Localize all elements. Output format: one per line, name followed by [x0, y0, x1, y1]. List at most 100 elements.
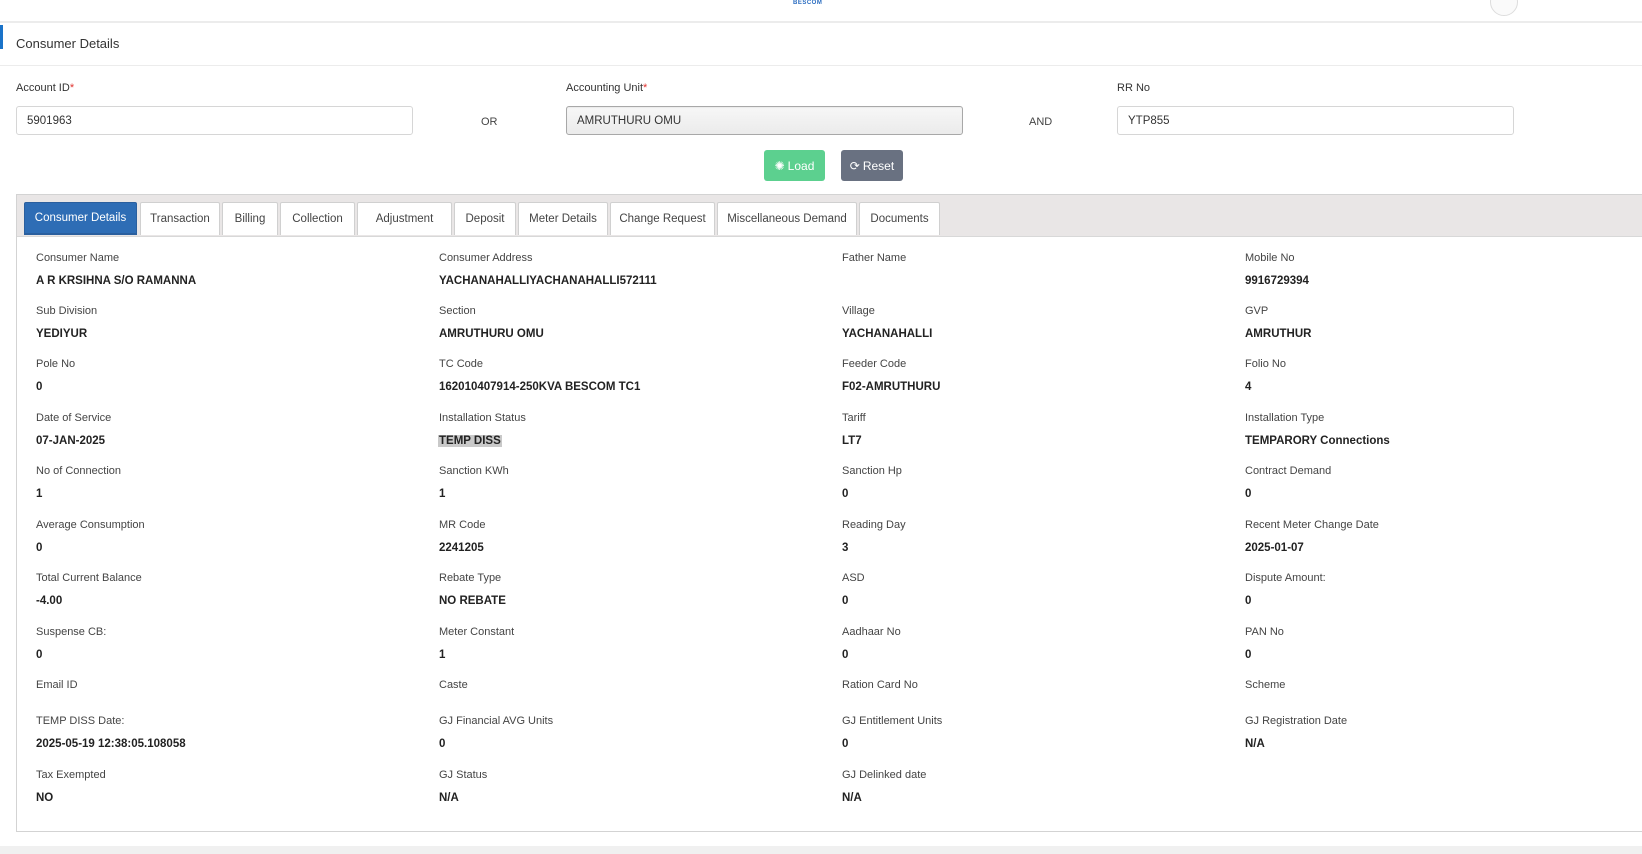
- refresh-icon: ⟳: [849, 158, 860, 173]
- field-label: Average Consumption: [36, 519, 145, 531]
- field-label: Section: [439, 305, 476, 317]
- field-value: AMRUTHUR: [1245, 328, 1312, 340]
- field-label: Total Current Balance: [36, 572, 142, 584]
- and-label: AND: [1029, 116, 1053, 128]
- field-label: GVP: [1245, 305, 1269, 317]
- tab-adjustment[interactable]: Adjustment: [357, 202, 452, 235]
- footer-band: [0, 846, 1642, 854]
- field-value: 0: [1245, 488, 1252, 500]
- top-navbar: BESCOM: [0, 0, 1642, 23]
- brand-logo: BESCOM: [793, 0, 823, 6]
- field-label: Village: [842, 305, 875, 317]
- field-value: 0: [36, 542, 43, 554]
- field-label: GJ Entitlement Units: [842, 715, 943, 727]
- account-id-label: Account ID*: [16, 82, 75, 94]
- field-label: ASD: [842, 572, 865, 584]
- field-value: 0: [842, 649, 849, 661]
- field-value: 0: [36, 381, 43, 393]
- field-value: 9916729394: [1245, 275, 1309, 287]
- field-value: 3: [842, 542, 849, 554]
- field-value: 2025-05-19 12:38:05.108058: [36, 738, 186, 750]
- field-label: Feeder Code: [842, 358, 907, 370]
- field-value: YACHANAHALLI: [842, 328, 933, 340]
- field-label: Father Name: [842, 252, 907, 264]
- accounting-unit-label: Accounting Unit*: [566, 82, 648, 94]
- field-label: Installation Type: [1245, 412, 1325, 424]
- user-avatar[interactable]: [1490, 0, 1518, 16]
- field-value: 0: [842, 488, 849, 500]
- accounting-unit-select[interactable]: [566, 106, 963, 135]
- reset-button[interactable]: ⟳ Reset: [841, 150, 903, 181]
- field-label: Sanction Hp: [842, 465, 902, 477]
- field-label: Tax Exempted: [36, 769, 106, 781]
- tab-change-request[interactable]: Change Request: [610, 202, 715, 235]
- field-label: Pole No: [36, 358, 76, 370]
- field-label: Reading Day: [842, 519, 906, 531]
- field-value: A R KRSIHNA S/O RAMANNA: [36, 275, 197, 287]
- field-value: F02-AMRUTHURU: [842, 381, 941, 393]
- field-value: -4.00: [36, 595, 63, 607]
- spinner-icon: ✺: [774, 158, 785, 173]
- consumer-panel: Consumer Details Transaction Billing Col…: [16, 194, 1642, 832]
- field-value: N/A: [1245, 738, 1265, 750]
- field-value: 4: [1245, 381, 1252, 393]
- field-value: 0: [439, 738, 446, 750]
- page-title: Consumer Details: [16, 36, 120, 51]
- or-label: OR: [481, 116, 498, 128]
- tab-deposit[interactable]: Deposit: [454, 202, 516, 235]
- tab-meter-details[interactable]: Meter Details: [518, 202, 608, 235]
- tab-collection[interactable]: Collection: [280, 202, 355, 235]
- tab-consumer-details[interactable]: Consumer Details: [24, 202, 137, 235]
- field-label: Sub Division: [36, 305, 98, 317]
- field-value: 0: [36, 649, 43, 661]
- tab-bar: Consumer Details Transaction Billing Col…: [17, 195, 1642, 237]
- rr-no-input[interactable]: [1117, 106, 1514, 135]
- field-value: N/A: [842, 792, 862, 804]
- field-value: 0: [842, 595, 849, 607]
- field-label: TC Code: [439, 358, 484, 370]
- field-value: 0: [1245, 649, 1252, 661]
- field-value: 07-JAN-2025: [36, 435, 106, 447]
- field-label: Mobile No: [1245, 252, 1295, 264]
- tab-miscellaneous-demand[interactable]: Miscellaneous Demand: [717, 202, 857, 235]
- field-label: PAN No: [1245, 626, 1284, 638]
- field-value: AMRUTHURU OMU: [439, 328, 544, 340]
- field-value: NO: [36, 792, 54, 804]
- field-label: Consumer Name: [36, 252, 120, 264]
- field-label: Sanction KWh: [439, 465, 509, 477]
- load-button[interactable]: ✺ Load: [764, 150, 825, 181]
- field-value: 2025-01-07: [1245, 542, 1304, 554]
- rr-no-label: RR No: [1117, 82, 1151, 94]
- field-value: YACHANAHALLIYACHANAHALLI572111: [439, 275, 657, 287]
- field-label: Rebate Type: [439, 572, 502, 584]
- field-value: TEMPARORY Connections: [1245, 435, 1390, 447]
- field-value: 0: [1245, 595, 1252, 607]
- field-value: YEDIYUR: [36, 328, 88, 340]
- field-label: No of Connection: [36, 465, 121, 477]
- header-accent-bar: [0, 25, 3, 49]
- field-label: Dispute Amount:: [1245, 572, 1326, 584]
- field-label: Tariff: [842, 412, 866, 424]
- field-label: Email ID: [36, 679, 78, 691]
- field-value: 162010407914-250KVA BESCOM TC1: [439, 381, 641, 393]
- field-label: Recent Meter Change Date: [1245, 519, 1379, 531]
- field-label: Installation Status: [439, 412, 526, 424]
- field-label: TEMP DISS Date:: [36, 715, 125, 727]
- field-label: Scheme: [1245, 679, 1286, 691]
- page-header: Consumer Details: [0, 23, 1642, 66]
- tab-transaction[interactable]: Transaction: [140, 202, 220, 235]
- field-value: NO REBATE: [439, 595, 506, 607]
- tab-documents[interactable]: Documents: [859, 202, 940, 235]
- field-label: GJ Delinked date: [842, 769, 927, 781]
- field-value: N/A: [439, 792, 459, 804]
- field-label: Aadhaar No: [842, 626, 901, 638]
- field-label: GJ Financial AVG Units: [439, 715, 554, 727]
- field-label: GJ Registration Date: [1245, 715, 1348, 727]
- field-value: 1: [439, 649, 446, 661]
- tab-billing[interactable]: Billing: [222, 202, 278, 235]
- field-value: 2241205: [439, 542, 484, 554]
- account-id-input[interactable]: [16, 106, 413, 135]
- field-label: Caste: [439, 679, 468, 691]
- field-label: Date of Service: [36, 412, 112, 424]
- field-value: LT7: [842, 435, 862, 447]
